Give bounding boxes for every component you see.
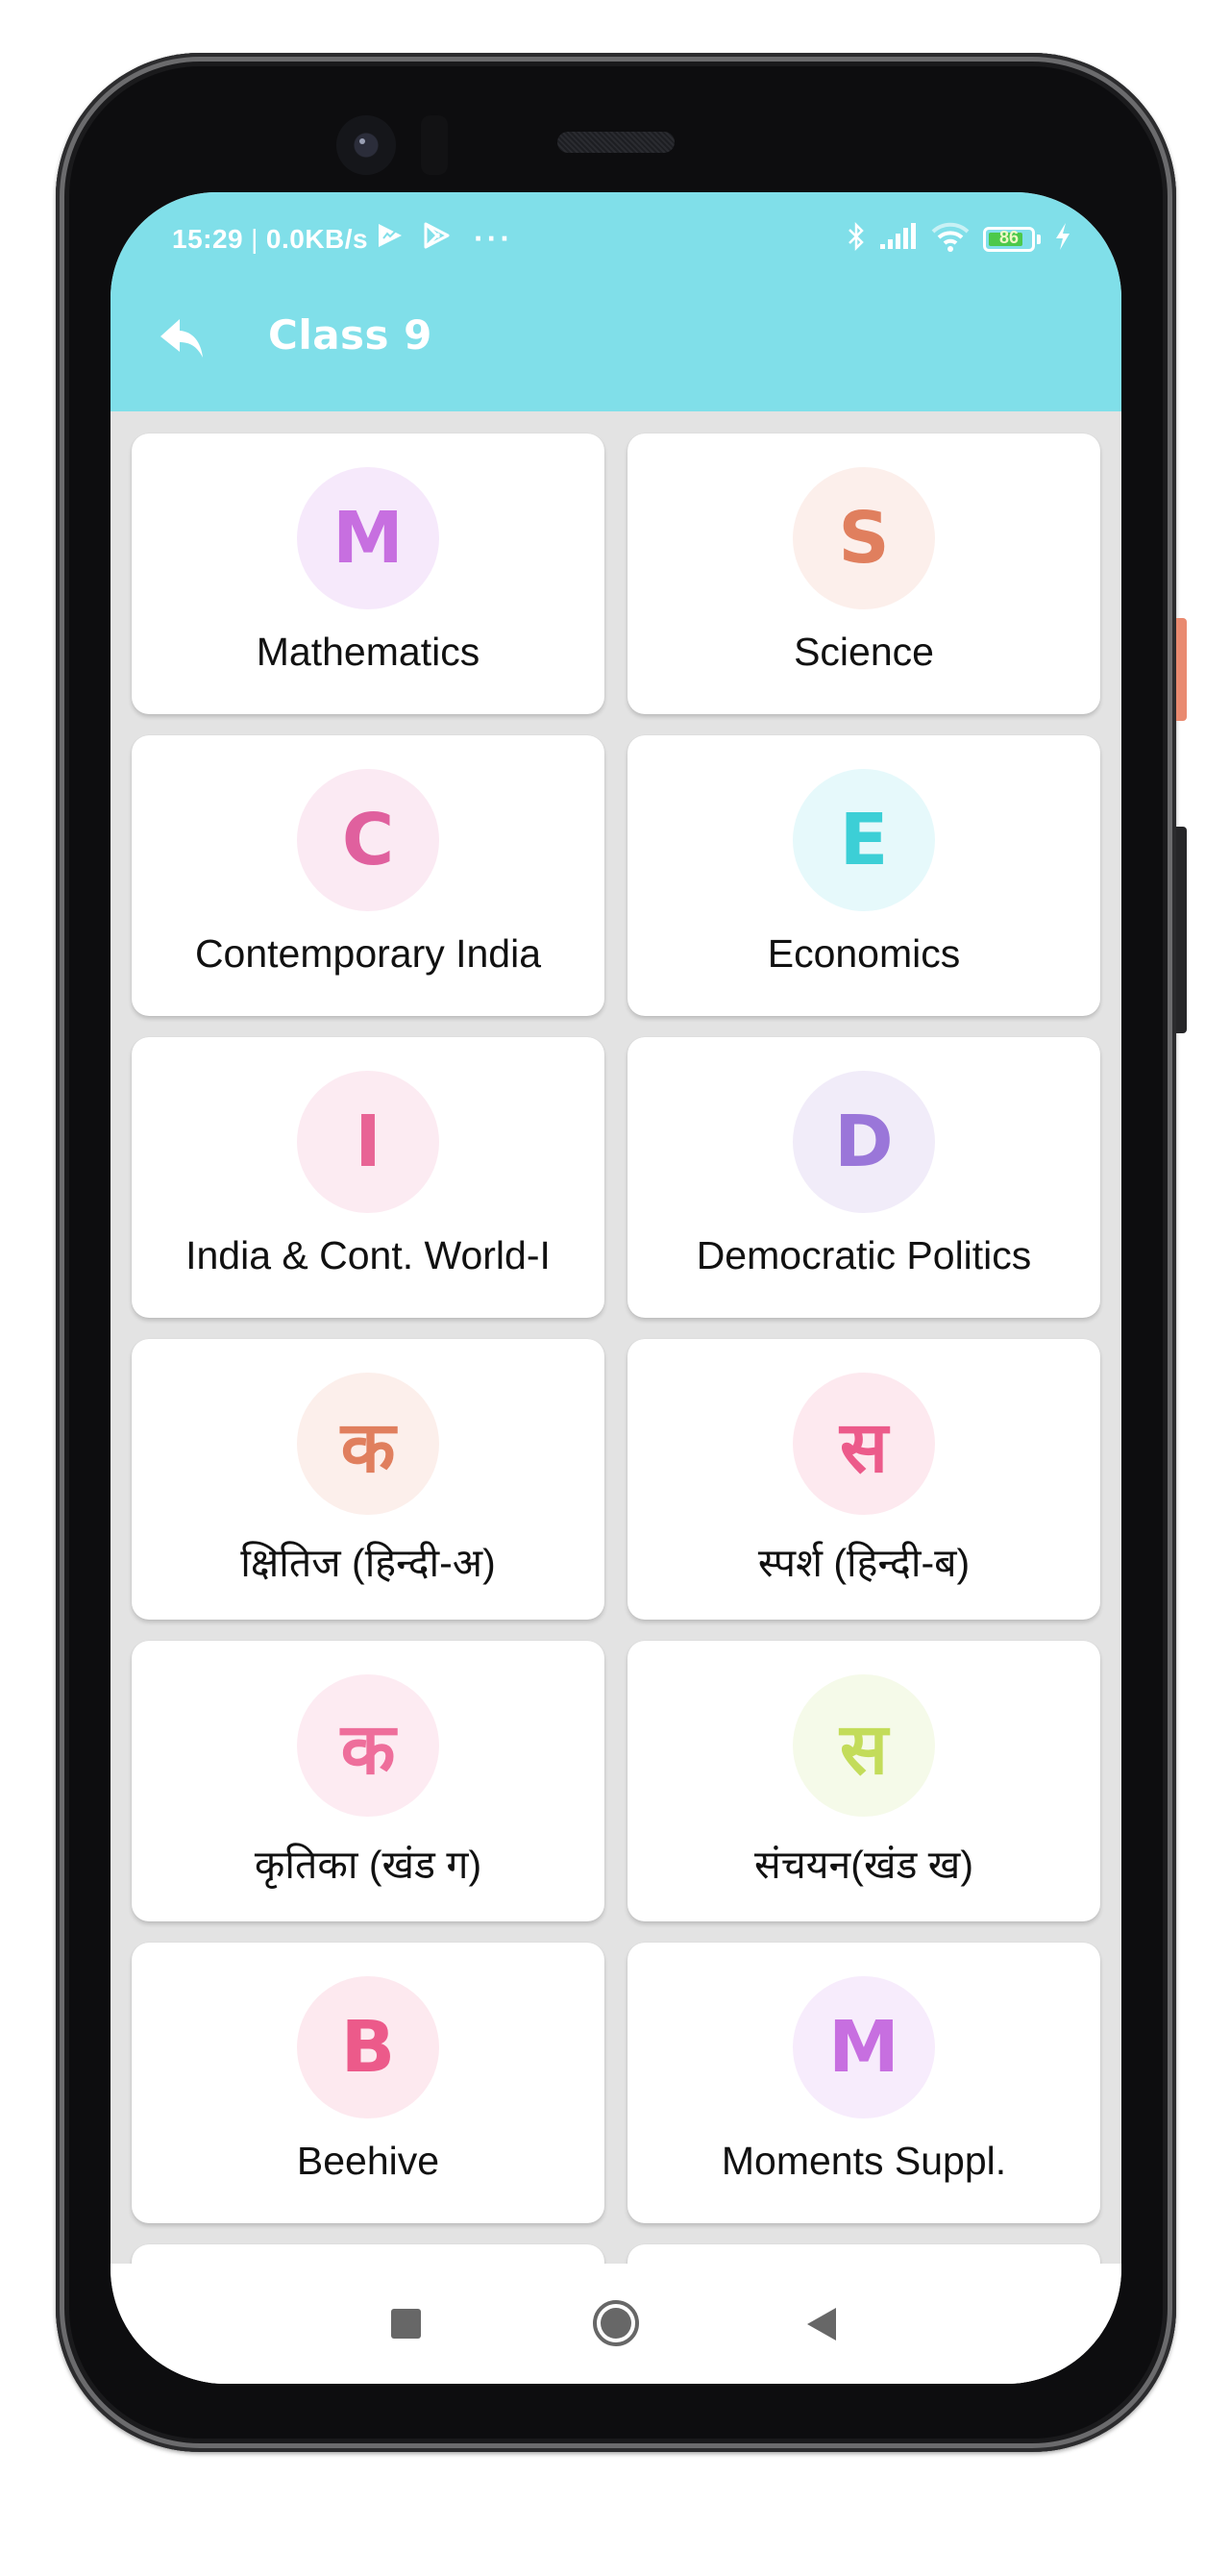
subject-label: क्षितिज (हिन्दी-अ)	[240, 1541, 496, 1585]
front-camera-icon	[336, 115, 396, 175]
signal-icon	[879, 223, 918, 255]
subject-initial-icon: स	[793, 1674, 935, 1817]
bluetooth-icon	[847, 221, 866, 257]
subject-initial-icon: क	[297, 1373, 439, 1515]
subject-initial-icon: M	[793, 1976, 935, 2118]
battery-level: 86	[998, 227, 1020, 247]
play-store-icon	[422, 221, 451, 257]
subject-initial-icon: E	[793, 769, 935, 911]
subject-label: Science	[794, 630, 934, 674]
status-bar: 15:29 | 0.0KB/s ··· 86	[111, 221, 1121, 260]
subject-initial-icon: C	[297, 769, 439, 911]
subject-initial-icon: स	[793, 1373, 935, 1515]
battery-tip	[1037, 234, 1041, 244]
square-recents-icon[interactable]	[391, 2309, 421, 2339]
subject-label: Democratic Politics	[696, 1233, 1032, 1277]
status-left: 15:29 | 0.0KB/s ···	[172, 221, 513, 257]
reply-arrow-icon	[160, 319, 203, 358]
subject-card[interactable]: M Mathematics	[132, 433, 604, 714]
status-separator: |	[251, 223, 258, 254]
status-right: 86	[847, 221, 1071, 257]
wifi-icon	[931, 221, 970, 257]
subject-label: संचयन(खंड ख)	[754, 1843, 973, 1887]
page-title: Class 9	[268, 311, 432, 359]
subject-label: स्पर्श (हिन्दी-ब)	[757, 1541, 971, 1585]
volume-button	[1176, 827, 1187, 1033]
subject-card[interactable]: I India & Cont. World-I	[132, 1037, 604, 1318]
power-button	[1176, 618, 1187, 721]
subject-label: Beehive	[296, 2139, 440, 2183]
subject-label: Mathematics	[256, 630, 480, 674]
triangle-back-icon[interactable]	[807, 2308, 836, 2341]
subject-card[interactable]: C Contemporary India	[132, 735, 604, 1016]
screen: 15:29 | 0.0KB/s ··· 86 Class 9 M Mathema…	[111, 192, 1121, 2384]
subject-label: Economics	[767, 931, 961, 976]
subject-label: India & Cont. World-I	[185, 1233, 551, 1277]
subject-card[interactable]: स संचयन(खंड ख)	[627, 1641, 1100, 1921]
more-notifications-icon: ···	[474, 221, 514, 256]
subject-initial-icon: D	[793, 1071, 935, 1213]
subject-card[interactable]: क क्षितिज (हिन्दी-अ)	[132, 1339, 604, 1620]
subject-card[interactable]: S Science	[627, 433, 1100, 714]
subject-initial-icon: S	[793, 467, 935, 609]
charging-icon	[1054, 222, 1071, 256]
back-button[interactable]	[159, 315, 207, 363]
subject-initial-icon: B	[297, 1976, 439, 2118]
earpiece-speaker	[557, 132, 675, 153]
subject-card[interactable]: E Economics	[627, 735, 1100, 1016]
subject-label: Moments Suppl.	[721, 2139, 1007, 2183]
subject-label: कृतिका (खंड ग)	[254, 1843, 482, 1887]
battery-icon: 86	[983, 226, 1035, 252]
system-nav-bar	[111, 2264, 1121, 2384]
network-speed: 0.0KB/s	[265, 223, 369, 254]
proximity-sensor	[421, 115, 448, 175]
subject-label: Contemporary India	[194, 931, 542, 976]
subject-initial-icon: क	[297, 1674, 439, 1817]
subject-initial-icon: I	[297, 1071, 439, 1213]
app-bar: 15:29 | 0.0KB/s ··· 86 Class 9	[111, 192, 1121, 411]
subject-initial-icon: M	[297, 467, 439, 609]
subject-card[interactable]: क कृतिका (खंड ग)	[132, 1641, 604, 1921]
circle-home-icon[interactable]	[593, 2300, 639, 2346]
subject-card[interactable]: D Democratic Politics	[627, 1037, 1100, 1318]
subject-card[interactable]: M Moments Suppl.	[627, 1943, 1100, 2223]
status-time: 15:29	[172, 223, 244, 254]
play-store-alt-icon	[376, 222, 405, 256]
subject-card[interactable]: स स्पर्श (हिन्दी-ब)	[627, 1339, 1100, 1620]
subject-card[interactable]: B Beehive	[132, 1943, 604, 2223]
